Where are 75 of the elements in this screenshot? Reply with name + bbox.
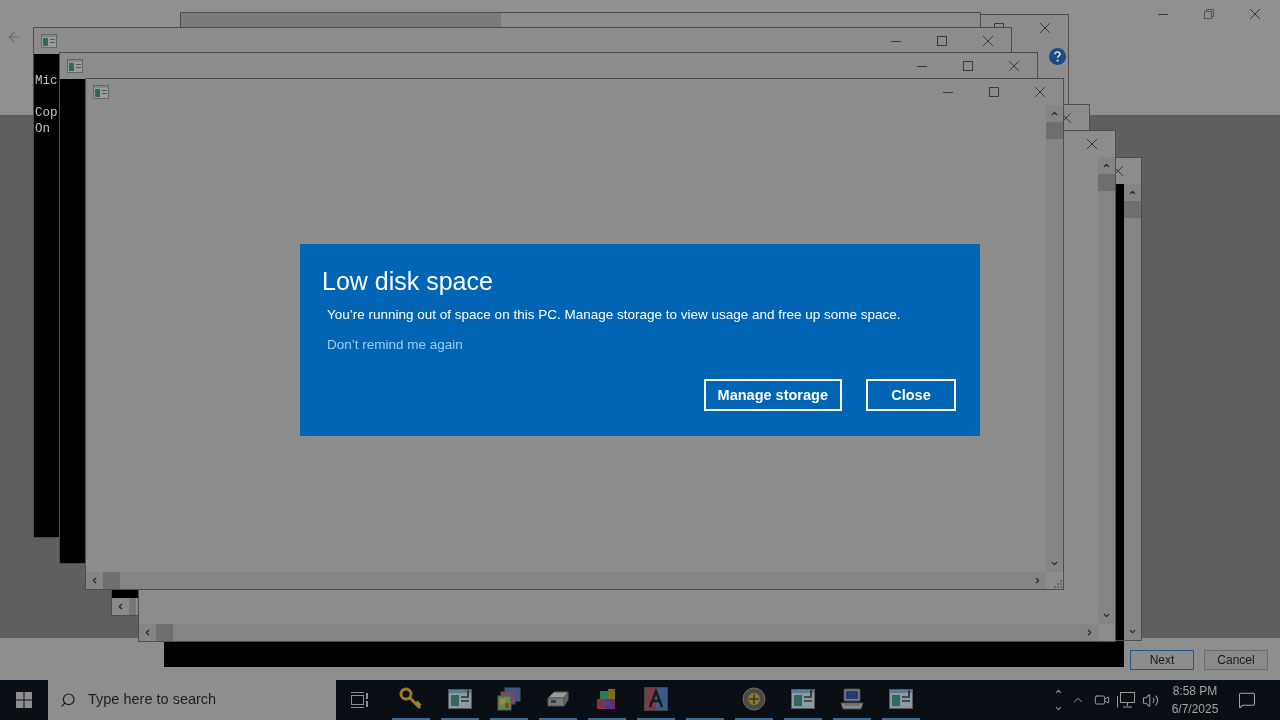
notification-icon[interactable]	[1238, 691, 1256, 709]
clock-time[interactable]: 8:58 PM	[1172, 682, 1218, 700]
restore-icon[interactable]	[1204, 9, 1214, 19]
wizard-button[interactable]: Next	[1130, 650, 1194, 670]
scrollbar-thumb[interactable]	[1046, 122, 1063, 139]
window-app-icon	[447, 689, 472, 709]
console-text: Cop	[34, 105, 58, 121]
scroll-down-icon[interactable]	[1053, 704, 1063, 713]
start-icon[interactable]	[16, 692, 32, 708]
app-window-icon	[41, 34, 57, 48]
scroll-down-icon[interactable]	[1102, 611, 1111, 620]
close-icon[interactable]	[1035, 87, 1045, 97]
scroll-up-icon[interactable]	[1050, 109, 1059, 118]
picture-frames-icon	[496, 687, 521, 711]
globe-icon	[741, 687, 766, 711]
dialog-button[interactable]: Manage storage	[703, 379, 842, 411]
window-app-icon	[790, 689, 815, 709]
vertical-scrollbar[interactable]	[1124, 184, 1141, 640]
vertical-scrollbar[interactable]	[1098, 157, 1115, 624]
computer-icon	[839, 687, 864, 711]
help-icon[interactable]	[1049, 48, 1066, 65]
console-text: Mic	[34, 73, 58, 89]
scroll-right-icon[interactable]	[1085, 628, 1094, 637]
scrollbar-thumb[interactable]	[1098, 174, 1115, 191]
video-camera-icon[interactable]	[1094, 692, 1110, 708]
horizontal-scrollbar[interactable]	[139, 624, 1098, 641]
resize-grip-icon[interactable]	[1053, 579, 1062, 588]
vertical-scrollbar[interactable]	[1046, 105, 1063, 572]
drive-icon	[545, 690, 570, 708]
close-icon[interactable]	[1009, 61, 1019, 71]
scroll-up-icon[interactable]	[1102, 161, 1111, 170]
app-window-icon	[67, 59, 83, 73]
minimize-icon[interactable]	[917, 65, 927, 67]
close-icon[interactable]	[1250, 9, 1260, 19]
scroll-right-icon[interactable]	[1033, 576, 1042, 585]
maximize-icon[interactable]	[963, 61, 973, 71]
volume-icon[interactable]	[1141, 691, 1159, 709]
network-icon[interactable]	[1117, 692, 1135, 708]
maximize-icon[interactable]	[994, 23, 1004, 27]
scroll-left-icon[interactable]	[90, 576, 99, 585]
maximize-icon[interactable]	[937, 36, 947, 46]
scrollbar-thumb[interactable]	[103, 572, 120, 589]
clock-date[interactable]: 6/7/2025	[1171, 700, 1219, 718]
scrollbar-thumb[interactable]	[1124, 201, 1141, 218]
maximize-icon[interactable]	[989, 87, 999, 97]
dialog-button[interactable]: Close	[866, 379, 956, 411]
window-app-icon	[888, 689, 913, 709]
minimize-icon[interactable]	[943, 91, 953, 93]
dont-remind-link[interactable]: Don’t remind me again	[327, 335, 463, 355]
scroll-up-icon[interactable]	[1053, 687, 1063, 696]
minimize-icon[interactable]	[891, 40, 901, 42]
scrollbar-thumb[interactable]	[129, 598, 136, 615]
close-icon[interactable]	[1040, 23, 1050, 33]
scroll-up-icon[interactable]	[1128, 188, 1137, 197]
close-icon[interactable]	[1061, 113, 1071, 123]
dialog-title: Low disk space	[322, 266, 493, 297]
close-icon[interactable]	[1113, 166, 1123, 176]
console-text: On	[34, 121, 50, 137]
task-view-icon[interactable]	[351, 692, 369, 708]
wizard-button[interactable]: Cancel	[1204, 650, 1268, 670]
close-icon[interactable]	[983, 36, 993, 46]
search-field[interactable]: Type here to search	[48, 680, 336, 720]
scroll-down-icon[interactable]	[1128, 627, 1137, 636]
scroll-left-icon[interactable]	[116, 602, 125, 611]
scroll-down-icon[interactable]	[1050, 559, 1059, 568]
scrollbar-thumb[interactable]	[156, 624, 173, 641]
scroll-left-icon[interactable]	[143, 628, 152, 637]
horizontal-scrollbar[interactable]	[86, 572, 1046, 589]
font-icon	[643, 687, 668, 711]
app-window-icon	[93, 85, 109, 99]
close-icon[interactable]	[1087, 139, 1097, 149]
key-icon	[398, 687, 423, 711]
dialog-message: You’re running out of space on this PC. Manage storage to view usage and free up some space.	[327, 306, 901, 324]
search-icon	[60, 692, 76, 708]
minimize-icon[interactable]	[1158, 13, 1168, 15]
